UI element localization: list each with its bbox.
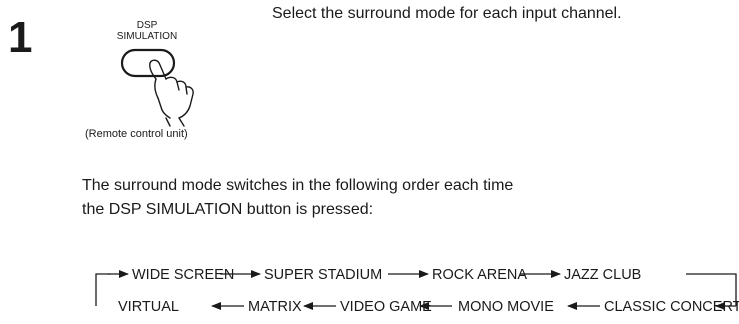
mode-mono-movie: MONO MOVIE xyxy=(458,299,554,315)
mode-virtual: VIRTUAL xyxy=(118,299,179,315)
mode-wide-screen: WIDE SCREEN xyxy=(132,267,234,283)
mode-video-game: VIDEO GAME xyxy=(340,299,432,315)
mode-jazz-club: JAZZ CLUB xyxy=(564,267,641,283)
loop-left-connector xyxy=(95,273,110,306)
mode-matrix: MATRIX xyxy=(248,299,302,315)
mode-super-stadium: SUPER STADIUM xyxy=(264,267,382,283)
mode-rock-arena: ROCK ARENA xyxy=(432,267,527,283)
surround-mode-sequence-diagram: WIDE SCREEN SUPER STADIUM ROCK ARENA JAZ… xyxy=(95,267,739,315)
mode-classic-concert: CLASSIC CONCERT xyxy=(604,299,739,315)
